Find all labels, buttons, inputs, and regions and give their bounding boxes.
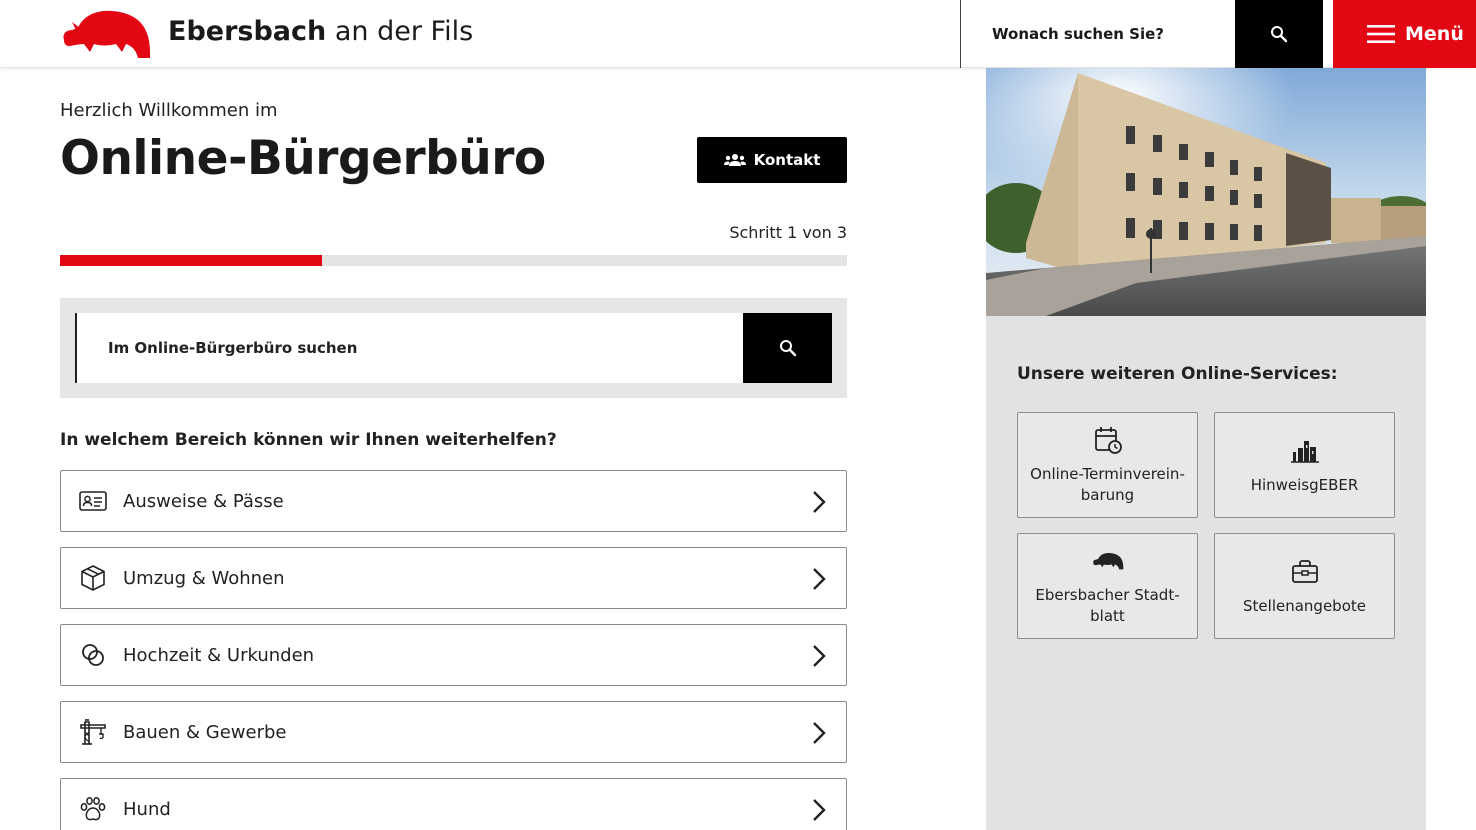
service-stadtblatt[interactable]: Ebersbacher Stadt- blatt — [1017, 533, 1198, 639]
category-question: In welchem Bereich können wir Ihnen weit… — [60, 430, 557, 450]
category-label: Bauen & Gewerbe — [123, 721, 287, 743]
boar-logo-icon[interactable] — [60, 8, 152, 60]
category-hochzeit[interactable]: Hochzeit & Urkunden — [60, 624, 847, 686]
service-terminvereinbarung[interactable]: Online-Terminverein- barung — [1017, 412, 1198, 518]
chevron-right-icon — [813, 799, 826, 821]
service-label: Stellenangebote — [1243, 596, 1366, 615]
chevron-right-icon — [813, 491, 826, 513]
building-icon — [1289, 435, 1321, 467]
citizen-search-box — [60, 298, 847, 398]
calendar-clock-icon — [1092, 424, 1124, 456]
category-label: Hochzeit & Urkunden — [123, 644, 315, 666]
category-label: Ausweise & Pässe — [123, 490, 284, 512]
menu-label: Menü — [1405, 23, 1464, 45]
contact-button[interactable]: Kontakt — [697, 137, 847, 183]
welcome-text: Herzlich Willkommen im — [60, 100, 278, 121]
contact-label: Kontakt — [753, 151, 821, 169]
rings-icon — [78, 640, 108, 670]
category-hund[interactable]: Hund — [60, 778, 847, 830]
category-ausweise[interactable]: Ausweise & Pässe — [60, 470, 847, 532]
citizen-search-button[interactable] — [743, 313, 832, 383]
services-title: Unsere weiteren Online-Services: — [1017, 364, 1338, 384]
people-icon — [723, 154, 746, 166]
progress-bar — [60, 255, 847, 266]
menu-button[interactable]: Menü — [1333, 0, 1476, 68]
id-card-icon — [78, 486, 108, 516]
category-bauen[interactable]: Bauen & Gewerbe — [60, 701, 847, 763]
category-label: Umzug & Wohnen — [123, 567, 285, 589]
boar-icon — [1092, 545, 1124, 577]
site-name[interactable]: Ebersbach an der Fils — [168, 14, 473, 50]
paw-icon — [78, 794, 108, 824]
progress-fill — [60, 255, 323, 266]
crane-icon — [78, 717, 108, 747]
header-search-input[interactable]: Wonach suchen Sie? — [960, 0, 1235, 68]
hamburger-icon — [1367, 25, 1395, 43]
site-header: Ebersbach an der Fils Wonach suchen Sie?… — [0, 0, 1476, 68]
town-hall-photo — [986, 68, 1426, 316]
chevron-right-icon — [813, 722, 826, 744]
service-stellenangebote[interactable]: Stellenangebote — [1214, 533, 1395, 639]
chevron-right-icon — [813, 645, 826, 667]
service-label: Ebersbacher Stadt- blatt — [1035, 586, 1180, 625]
header-search-button[interactable] — [1235, 0, 1323, 68]
category-umzug[interactable]: Umzug & Wohnen — [60, 547, 847, 609]
search-icon — [779, 340, 796, 357]
service-label: Online-Terminverein- barung — [1030, 465, 1185, 504]
category-label: Hund — [123, 798, 171, 820]
box-icon — [78, 563, 108, 593]
service-hinweisgeber[interactable]: HinweisgEBER — [1214, 412, 1395, 518]
page-title: Online-Bürgerbüro — [60, 131, 546, 186]
briefcase-icon — [1289, 556, 1321, 588]
citizen-search-input[interactable] — [75, 313, 743, 383]
chevron-right-icon — [813, 568, 826, 590]
search-icon — [1271, 26, 1288, 43]
service-label: HinweisgEBER — [1250, 475, 1359, 494]
step-indicator: Schritt 1 von 3 — [729, 223, 847, 242]
